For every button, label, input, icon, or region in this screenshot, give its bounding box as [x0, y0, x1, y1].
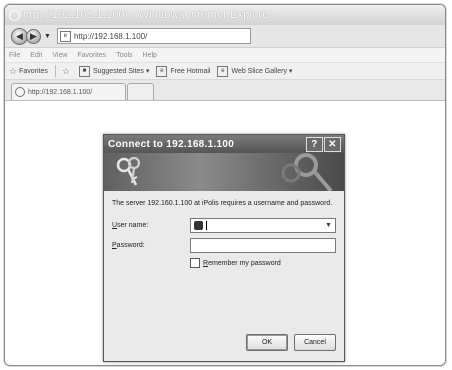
add-favorite-button[interactable]: ☆	[62, 66, 72, 77]
loading-icon	[15, 87, 25, 97]
dialog-controls: ? ✕	[306, 137, 341, 152]
dialog-body: The server 192.160.1.100 at iPolis requi…	[104, 191, 344, 268]
user-icon	[194, 221, 203, 230]
help-button[interactable]: ?	[306, 137, 323, 152]
divider	[54, 65, 56, 77]
menu-edit[interactable]: Edit	[30, 52, 42, 59]
fav-item-hotmail[interactable]: e Free Hotmail	[156, 65, 211, 77]
menu-file[interactable]: File	[9, 52, 20, 59]
chevron-down-icon[interactable]: ▼	[323, 220, 334, 231]
page-icon: e	[156, 65, 168, 77]
address-input[interactable]: e http://192.168.1.100/	[56, 28, 251, 44]
ok-button[interactable]: OK	[246, 334, 288, 351]
keys-icon	[116, 156, 141, 186]
background-keys-icon	[281, 153, 333, 191]
fav-item-label: Suggested Sites ▾	[92, 68, 150, 75]
nav-buttons: ◀ ▶ ▼	[11, 27, 51, 45]
dialog-title-bar: Connect to 192.168.1.100 ? ✕	[104, 135, 344, 153]
fav-item-web-slice[interactable]: e Web Slice Gallery ▾	[217, 65, 293, 77]
remember-label: Remember my password	[203, 260, 281, 267]
menu-view[interactable]: View	[52, 52, 67, 59]
login-dialog: Connect to 192.168.1.100 ? ✕ The server …	[103, 134, 345, 362]
cancel-button[interactable]: Cancel	[294, 334, 336, 351]
dialog-buttons: OK Cancel	[246, 334, 336, 351]
remember-label-text: emember my password	[208, 259, 281, 267]
star-icon: ☆	[9, 65, 18, 76]
remember-password-checkbox[interactable]: Remember my password	[190, 258, 336, 268]
forward-icon[interactable]: ▶	[26, 28, 41, 44]
checkbox-box[interactable]	[190, 258, 200, 268]
username-label-text: ser name:	[117, 222, 149, 229]
ie-icon	[9, 9, 20, 21]
favorites-button[interactable]: ☆ Favorites	[9, 66, 48, 77]
dialog-message: The server 192.160.1.100 at iPolis requi…	[112, 200, 333, 207]
favorites-label: Favorites	[19, 67, 48, 75]
fav-item-suggested-sites[interactable]: ■ Suggested Sites ▾	[78, 65, 150, 77]
page-icon: e	[217, 65, 229, 77]
fav-item-label: Web Slice Gallery ▾	[231, 68, 293, 75]
address-text: http://192.168.1.100/	[73, 31, 148, 41]
address-bar-row: ◀ ▶ ▼ e http://192.168.1.100/	[5, 25, 445, 48]
tab-label: http://192.168.1.100/	[28, 88, 93, 96]
password-row: Password:	[112, 238, 336, 253]
password-field[interactable]	[190, 238, 336, 253]
suggested-sites-icon: ■	[78, 65, 90, 77]
dialog-title: Connect to 192.168.1.100	[108, 138, 235, 150]
password-label-text: assword:	[116, 242, 145, 249]
menu-tools[interactable]: Tools	[116, 52, 132, 59]
fav-item-label: Free Hotmail	[170, 67, 211, 75]
history-dropdown-icon[interactable]: ▼	[44, 33, 51, 40]
username-row: User name: ▼	[112, 218, 336, 233]
menu-favorites[interactable]: Favorites	[77, 52, 106, 59]
menu-help[interactable]: Help	[143, 52, 157, 59]
title-bar: http://192.168.1.100/ - Windows Internet…	[5, 5, 445, 25]
password-label: Password:	[112, 242, 190, 249]
new-tab-button[interactable]	[127, 83, 154, 100]
favorites-bar: ☆ Favorites ☆ ■ Suggested Sites ▾ e Free…	[5, 63, 445, 80]
close-button[interactable]: ✕	[324, 137, 341, 152]
window-title: http://192.168.1.100/ - Windows Internet…	[23, 9, 273, 21]
tab-current[interactable]: http://192.168.1.100/	[11, 83, 126, 100]
text-caret	[206, 221, 207, 230]
username-label: User name:	[112, 222, 190, 229]
page-icon: e	[59, 30, 71, 42]
menu-bar: File Edit View Favorites Tools Help	[5, 48, 445, 63]
dialog-banner	[104, 153, 344, 191]
username-field[interactable]: ▼	[190, 218, 336, 233]
add-star-icon: ☆	[61, 65, 70, 76]
tab-row: http://192.168.1.100/	[5, 80, 445, 101]
